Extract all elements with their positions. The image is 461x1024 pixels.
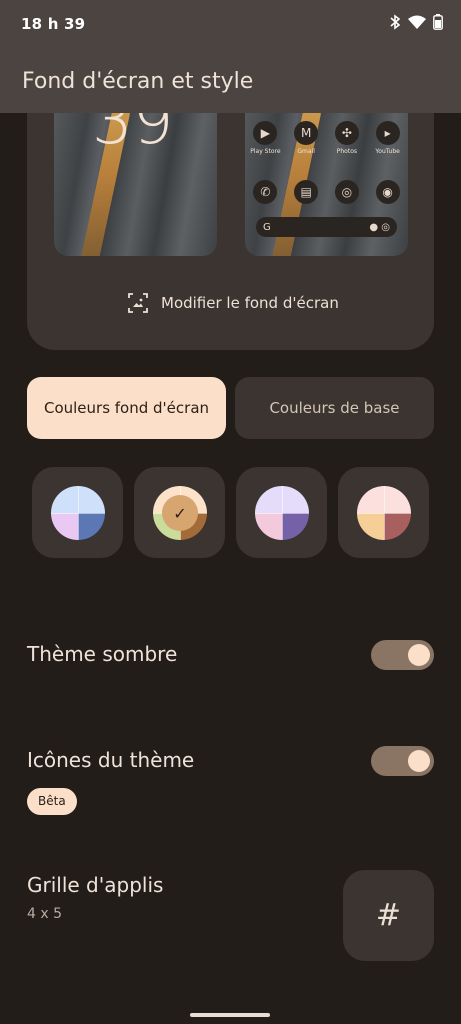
- app-label: YouTube: [375, 148, 400, 155]
- page-title: Fond d'écran et style: [22, 69, 254, 94]
- color-wheel: ✓: [153, 486, 207, 540]
- color-wheel: [357, 486, 411, 540]
- tab-wallpaper-colors[interactable]: Couleurs fond d'écran: [27, 377, 226, 439]
- wifi-icon: [408, 15, 426, 29]
- youtube-icon: ▸: [375, 121, 400, 145]
- battery-icon: [433, 14, 443, 30]
- app-camera: ◉: [369, 180, 407, 204]
- status-time: 18 h 39: [21, 15, 86, 33]
- app-grid-value: 4 x 5: [27, 906, 62, 922]
- tab-basic-colors[interactable]: Couleurs de base: [235, 377, 434, 439]
- app-grid-label: Grille d'applis: [27, 873, 164, 897]
- grid-hash-icon: #: [375, 898, 402, 933]
- color-swatch-3[interactable]: [236, 467, 327, 558]
- modify-wallpaper-label: Modifier le fond d'écran: [161, 294, 339, 312]
- gmail-icon: M: [294, 121, 319, 145]
- bluetooth-icon: [390, 14, 401, 30]
- app-play-store: ▶ Play Store: [246, 121, 284, 155]
- status-bar: 18 h 39: [0, 0, 461, 50]
- google-icon: G: [263, 221, 271, 233]
- modify-wallpaper-button[interactable]: Modifier le fond d'écran: [127, 292, 339, 314]
- dock-row: ✆ ▤ ◎ ◉: [245, 180, 408, 204]
- app-phone: ✆: [246, 180, 284, 204]
- lockscreen-preview[interactable]: 39: [54, 113, 217, 256]
- color-wheel: [51, 486, 105, 540]
- theme-icons-toggle[interactable]: [371, 746, 434, 776]
- messages-icon: ▤: [294, 180, 319, 204]
- color-wheel: [255, 486, 309, 540]
- beta-badge: Bêta: [27, 788, 77, 815]
- chrome-icon: ◎: [334, 180, 359, 204]
- photos-icon: ✣: [334, 121, 359, 145]
- status-icons: [389, 14, 443, 30]
- app-row-1: ▶ Play Store M Gmail ✣ Photos ▸ YouTube: [245, 121, 408, 155]
- wallpaper-preview-card: 39 ▶ Play Store M Gmail ✣ Photos ▸ YouTu…: [27, 80, 434, 350]
- phone-icon: ✆: [253, 180, 278, 204]
- app-photos: ✣ Photos: [328, 121, 366, 155]
- dark-theme-label: Thème sombre: [27, 642, 178, 666]
- color-swatch-4[interactable]: [338, 467, 429, 558]
- app-chrome: ◎: [328, 180, 366, 204]
- play-store-icon: ▶: [253, 121, 278, 145]
- app-youtube: ▸ YouTube: [369, 121, 407, 155]
- top-app-bar: Fond d'écran et style: [0, 50, 461, 113]
- color-swatch-1[interactable]: [32, 467, 123, 558]
- color-swatch-2[interactable]: ✓: [134, 467, 225, 558]
- homescreen-preview[interactable]: ▶ Play Store M Gmail ✣ Photos ▸ YouTube …: [245, 113, 408, 256]
- home-indicator[interactable]: [190, 1013, 270, 1017]
- wallpaper-edit-icon: [128, 293, 148, 313]
- app-label: Play Store: [250, 148, 281, 155]
- mic-lens-icons: ● ◎: [369, 221, 390, 233]
- toggle-knob: [408, 750, 430, 772]
- app-gmail: M Gmail: [287, 121, 325, 155]
- camera-icon: ◉: [375, 180, 400, 204]
- dark-theme-toggle[interactable]: [371, 640, 434, 670]
- app-messages: ▤: [287, 180, 325, 204]
- toggle-knob: [408, 644, 430, 666]
- app-grid-button[interactable]: #: [343, 870, 434, 961]
- theme-icons-label: Icônes du thème: [27, 748, 195, 772]
- app-label: Gmail: [297, 148, 315, 155]
- lockscreen-clock: 39: [92, 113, 174, 159]
- app-label: Photos: [336, 148, 357, 155]
- check-icon: ✓: [162, 495, 198, 531]
- preview-search-bar: G ● ◎: [256, 217, 397, 237]
